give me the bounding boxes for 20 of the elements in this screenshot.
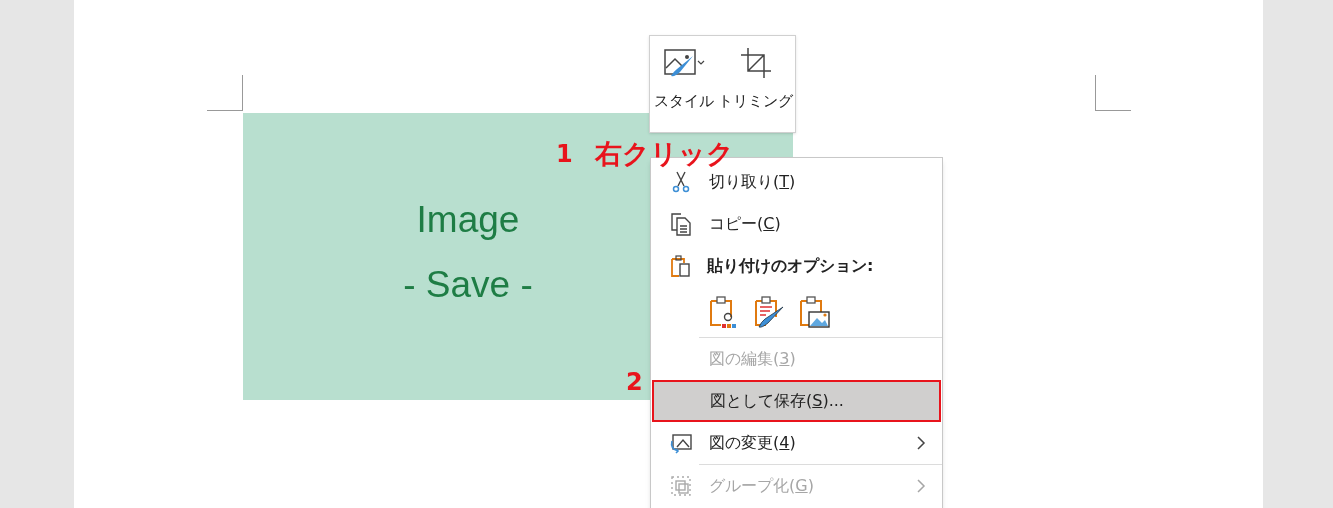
clipboard-icon — [669, 254, 693, 278]
menu-item[interactable]: 図の変更(4) — [651, 422, 942, 464]
change-picture-icon — [669, 431, 693, 455]
menu-item[interactable]: 図として保存(S)... — [652, 380, 941, 422]
crop-mark — [1095, 75, 1131, 111]
paste-picture-icon[interactable] — [797, 295, 831, 329]
step-number: 1 — [556, 141, 573, 166]
image-caption: Image — [416, 201, 520, 238]
image-caption: - Save - — [403, 266, 533, 303]
menu-section-header: 貼り付けのオプション: — [707, 255, 874, 277]
crop-mark — [207, 75, 243, 111]
step-label: 右クリック — [594, 140, 734, 167]
crop-button[interactable]: トリミング — [718, 46, 793, 132]
crop-icon — [738, 46, 773, 80]
menu-item[interactable]: コピー(C) — [651, 203, 942, 245]
paste-merge-formatting-icon[interactable] — [752, 295, 786, 329]
style-button[interactable]: スタイル — [654, 46, 714, 132]
step-number: 2 — [626, 370, 643, 394]
group-icon — [669, 474, 693, 498]
copy-icon — [669, 212, 693, 236]
